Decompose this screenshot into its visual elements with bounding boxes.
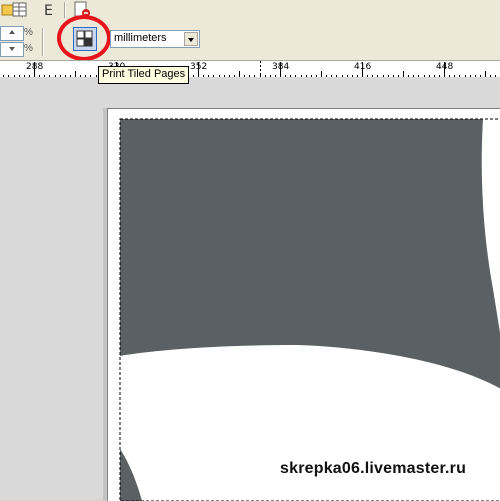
print-preview-canvas[interactable] [0,77,500,501]
tooltip: Print Tiled Pages [98,66,190,84]
watermark-text: skrepka06.livemaster.ru [280,460,467,477]
highlight-circle [57,15,111,61]
artwork-shape [119,118,500,501]
svg-text:E: E [44,3,53,19]
ruler-label: 448 [436,62,454,72]
ruler-label: 416 [354,62,372,72]
ruler-label: 352 [190,62,208,72]
percent-icon: % [24,27,33,38]
ruler-ticks [3,61,496,78]
ruler-label: 288 [26,62,44,72]
percent-icon: % [24,43,33,54]
spin-up-icon[interactable] [6,26,18,39]
ruler-label: 384 [272,62,290,72]
text-tool-icon[interactable]: E [40,1,60,19]
print-page[interactable] [107,108,500,501]
chevron-down-icon[interactable] [184,32,198,46]
spin-down-icon[interactable] [6,42,18,55]
toolbar-separator [42,28,44,56]
grid-icon[interactable] [10,1,30,19]
units-dropdown[interactable]: millimeters [110,30,200,48]
toolbar-separator [64,2,66,18]
units-value: millimeters [114,32,167,44]
